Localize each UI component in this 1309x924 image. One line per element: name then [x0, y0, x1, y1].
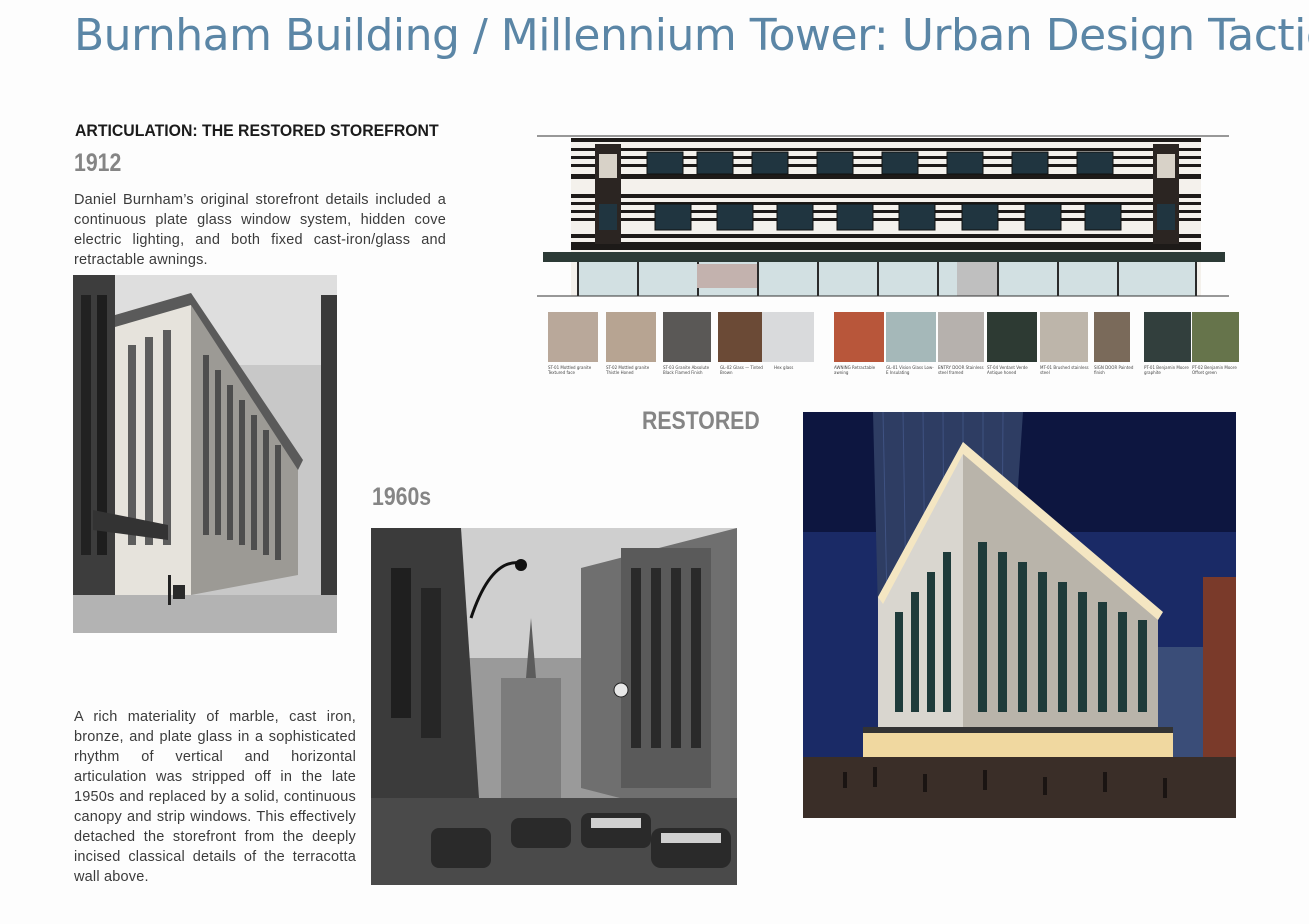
material-swatch — [718, 312, 762, 362]
material-swatch — [938, 312, 984, 362]
material-swatch-caption: GL-02 Glass — Tinted Brown — [720, 365, 763, 375]
material-swatch — [1040, 312, 1088, 362]
material-swatch — [762, 312, 814, 362]
material-swatch-caption: ST-01 Mottled granite Textured face — [548, 365, 592, 375]
section-heading: ARTICULATION: THE RESTORED STOREFRONT — [75, 121, 439, 140]
material-swatch-caption: ST-02 Mottled granite Thistle Honed — [606, 365, 650, 375]
photo-restored-building — [803, 412, 1236, 818]
material-swatch-caption: ST-04 Verdant Verde Antique honed — [987, 365, 1028, 375]
material-swatch-caption: PT-02 Benjamin Moore Offset green — [1192, 365, 1237, 375]
material-swatch — [663, 312, 711, 362]
material-swatch-caption: MT-01 Brushed stainless steel — [1040, 365, 1089, 375]
materiality-description: A rich materiality of marble, cast iron,… — [74, 709, 356, 885]
material-swatch-caption: GL-01 Vision Glass Low-E Insulating — [886, 365, 934, 375]
material-swatch-caption: ENTRY DOOR Stainless steel framed — [938, 365, 984, 375]
era-label-restored: RESTORED — [642, 407, 760, 435]
material-swatch — [1144, 312, 1191, 362]
photo-1960s-street — [371, 528, 737, 885]
era-label-1912: 1912 — [74, 149, 122, 177]
material-swatch — [606, 312, 656, 362]
photo-1912-building — [73, 275, 337, 633]
material-swatch-caption: PT-01 Benjamin Moore graphite — [1144, 365, 1189, 375]
material-swatch — [834, 312, 884, 362]
material-swatch — [1192, 312, 1239, 362]
material-swatch-caption: SIGN DOOR Painted finish — [1094, 365, 1134, 375]
material-swatch — [987, 312, 1037, 362]
material-swatch — [1094, 312, 1130, 362]
material-swatch — [548, 312, 598, 362]
storefront-elevation-drawing — [537, 134, 1229, 302]
storefront-1912-description: Daniel Burnham’s original storefront det… — [74, 192, 446, 268]
material-swatch-board: ST-01 Mottled granite Textured face ST-0… — [548, 312, 1248, 407]
era-label-1960s: 1960s — [372, 483, 432, 511]
material-swatch — [886, 312, 936, 362]
material-swatch-caption: ST-03 Granite Absolute Black Flamed Fini… — [663, 365, 710, 375]
material-swatch-caption: AWNING Retractable awning — [834, 365, 876, 375]
page-title: Burnham Building / Millennium Tower: Urb… — [74, 10, 1309, 61]
material-swatch-caption: Hex glass — [774, 365, 794, 370]
